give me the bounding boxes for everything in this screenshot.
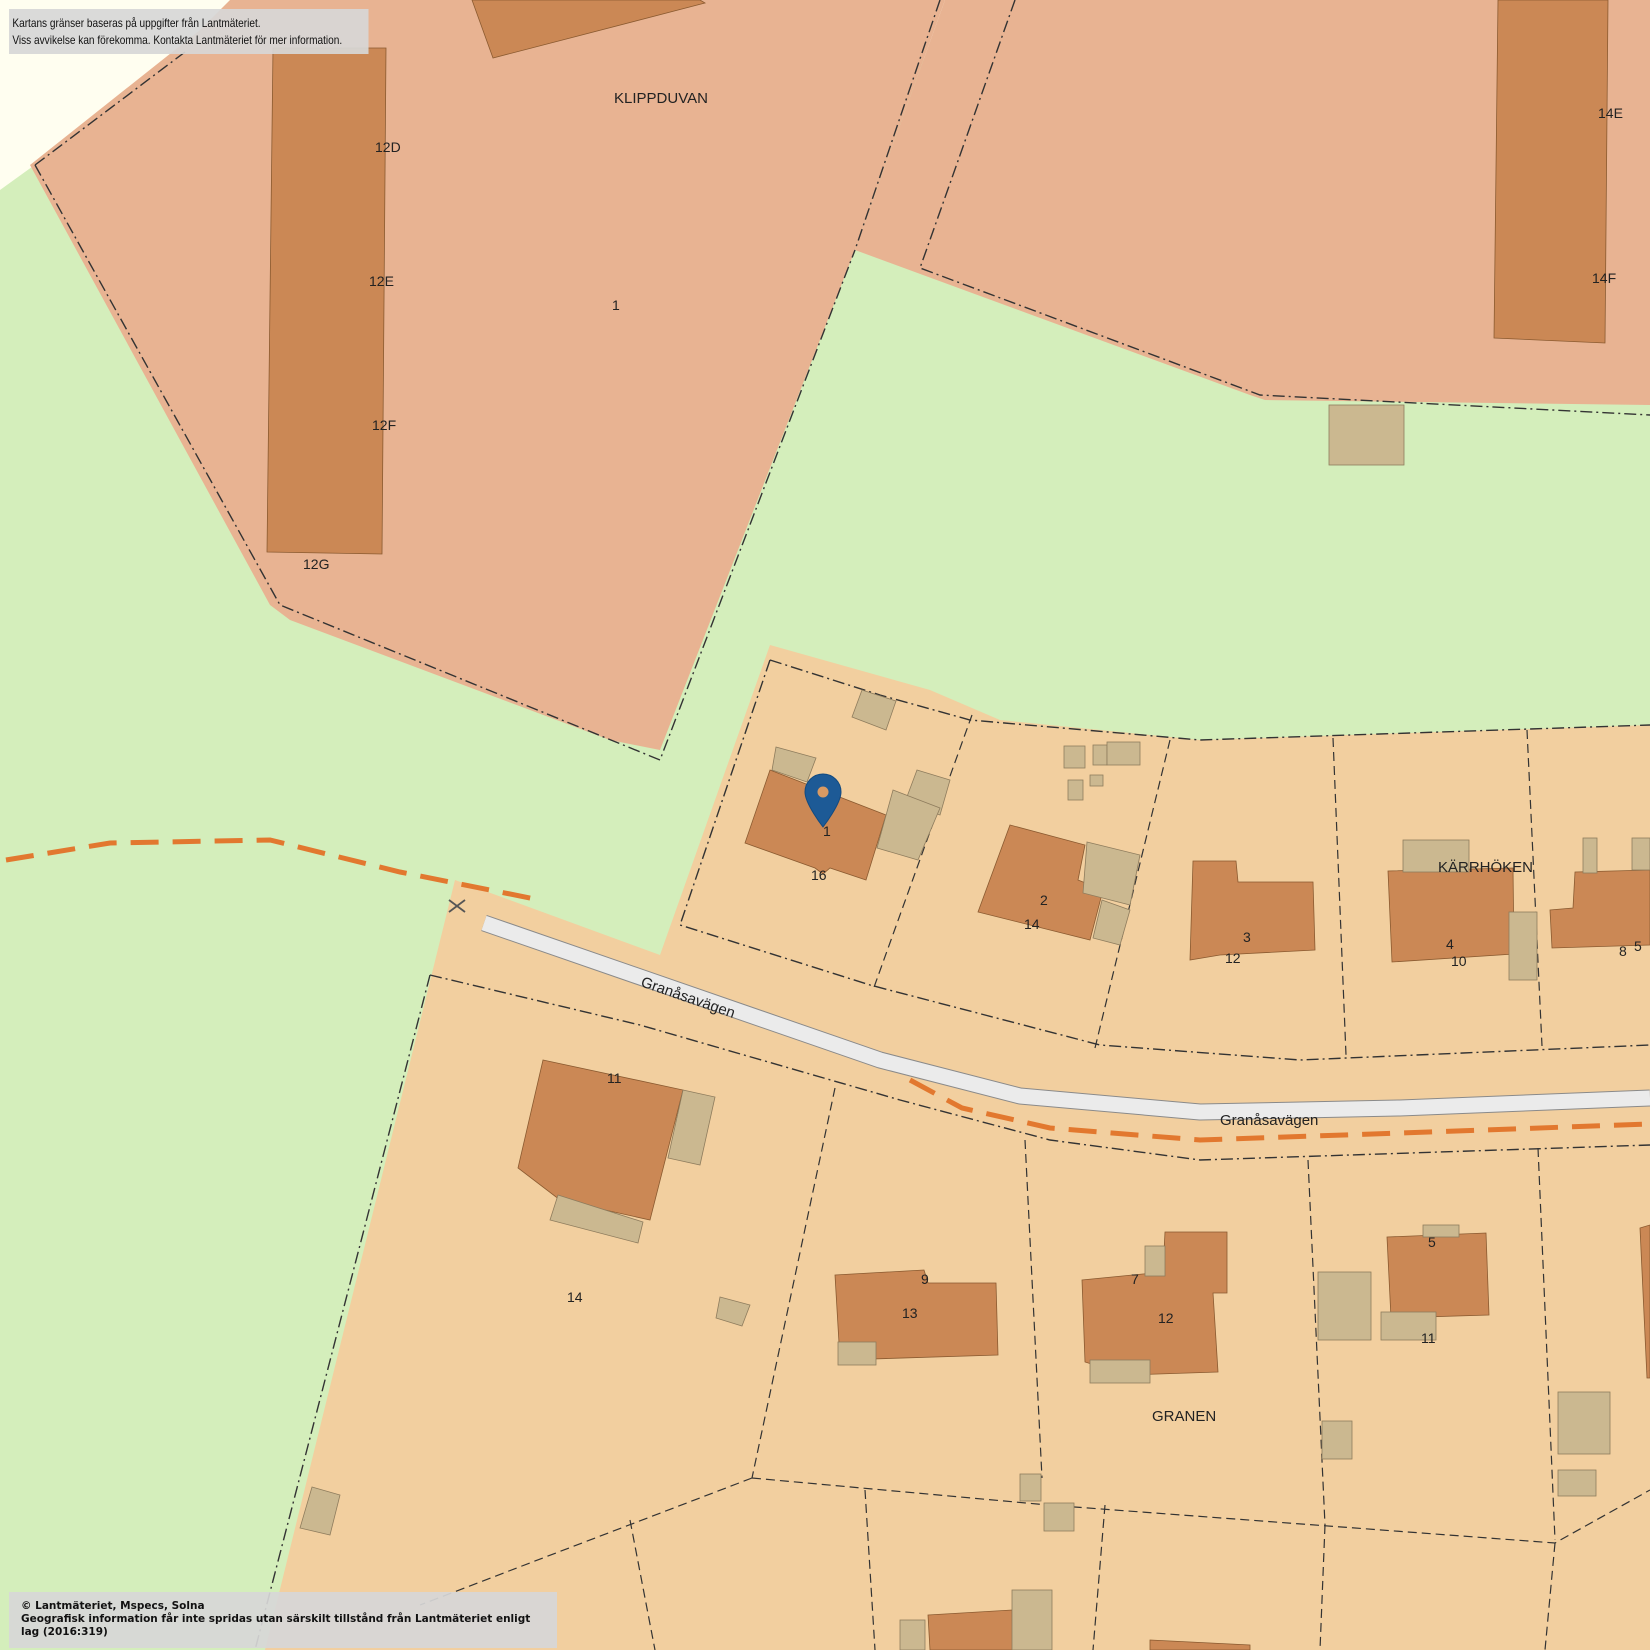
copyright-line-2: Geografisk information får inte spridas … xyxy=(21,1613,531,1638)
building-bottom-1 xyxy=(927,1609,1014,1650)
label-12-a: 12 xyxy=(1225,950,1241,966)
building-12d-12g xyxy=(266,47,387,555)
label-13: 13 xyxy=(902,1305,918,1321)
label-3: 3 xyxy=(1243,929,1251,945)
disclaimer-line-2: Viss avvikelse kan förekomma. Kontakta L… xyxy=(12,33,343,47)
label-10: 10 xyxy=(1451,953,1467,969)
building-lot-5 xyxy=(1386,1232,1490,1319)
label-14-a: 14 xyxy=(1024,916,1040,932)
label-9: 9 xyxy=(921,1271,929,1287)
label-7: 7 xyxy=(1131,1271,1139,1287)
label-5-b: 5 xyxy=(1428,1234,1436,1250)
copyright-notice: © Lantmäteriet, Mspecs, Solna Geografisk… xyxy=(9,1592,557,1648)
area-label-granen: GRANEN xyxy=(1152,1408,1216,1425)
disclaimer-line-1: Kartans gränser baseras på uppgifter frå… xyxy=(12,16,261,30)
label-12g: 12G xyxy=(303,556,329,572)
label-lot-1: 1 xyxy=(823,823,831,839)
road-label-2: Granåsavägen xyxy=(1220,1112,1318,1129)
property-map[interactable]: KLIPPDUVAN KÄRRHÖKEN GRANEN Granåsavägen… xyxy=(0,0,1650,1650)
label-8: 8 xyxy=(1619,943,1627,959)
label-4: 4 xyxy=(1446,936,1454,952)
area-label-karrhoken: KÄRRHÖKEN xyxy=(1438,858,1533,876)
label-11-a: 11 xyxy=(607,1070,622,1086)
label-16: 16 xyxy=(811,867,827,883)
label-12e: 12E xyxy=(369,273,394,289)
label-12-b: 12 xyxy=(1158,1310,1174,1326)
label-1-top: 1 xyxy=(612,297,620,313)
building-14e-14f xyxy=(1493,0,1609,344)
label-14f: 14F xyxy=(1592,270,1616,286)
label-2: 2 xyxy=(1040,892,1048,908)
label-12d: 12D xyxy=(375,139,401,155)
label-12f: 12F xyxy=(372,417,396,433)
copyright-line-1: © Lantmäteriet, Mspecs, Solna xyxy=(21,1600,205,1612)
label-11-b: 11 xyxy=(1421,1330,1436,1346)
boundary-disclaimer: Kartans gränser baseras på uppgifter frå… xyxy=(9,9,369,54)
label-5-a: 5 xyxy=(1634,938,1642,954)
label-14-b: 14 xyxy=(567,1289,583,1305)
label-14e: 14E xyxy=(1598,105,1623,121)
area-label-klippduvan: KLIPPDUVAN xyxy=(614,90,708,107)
